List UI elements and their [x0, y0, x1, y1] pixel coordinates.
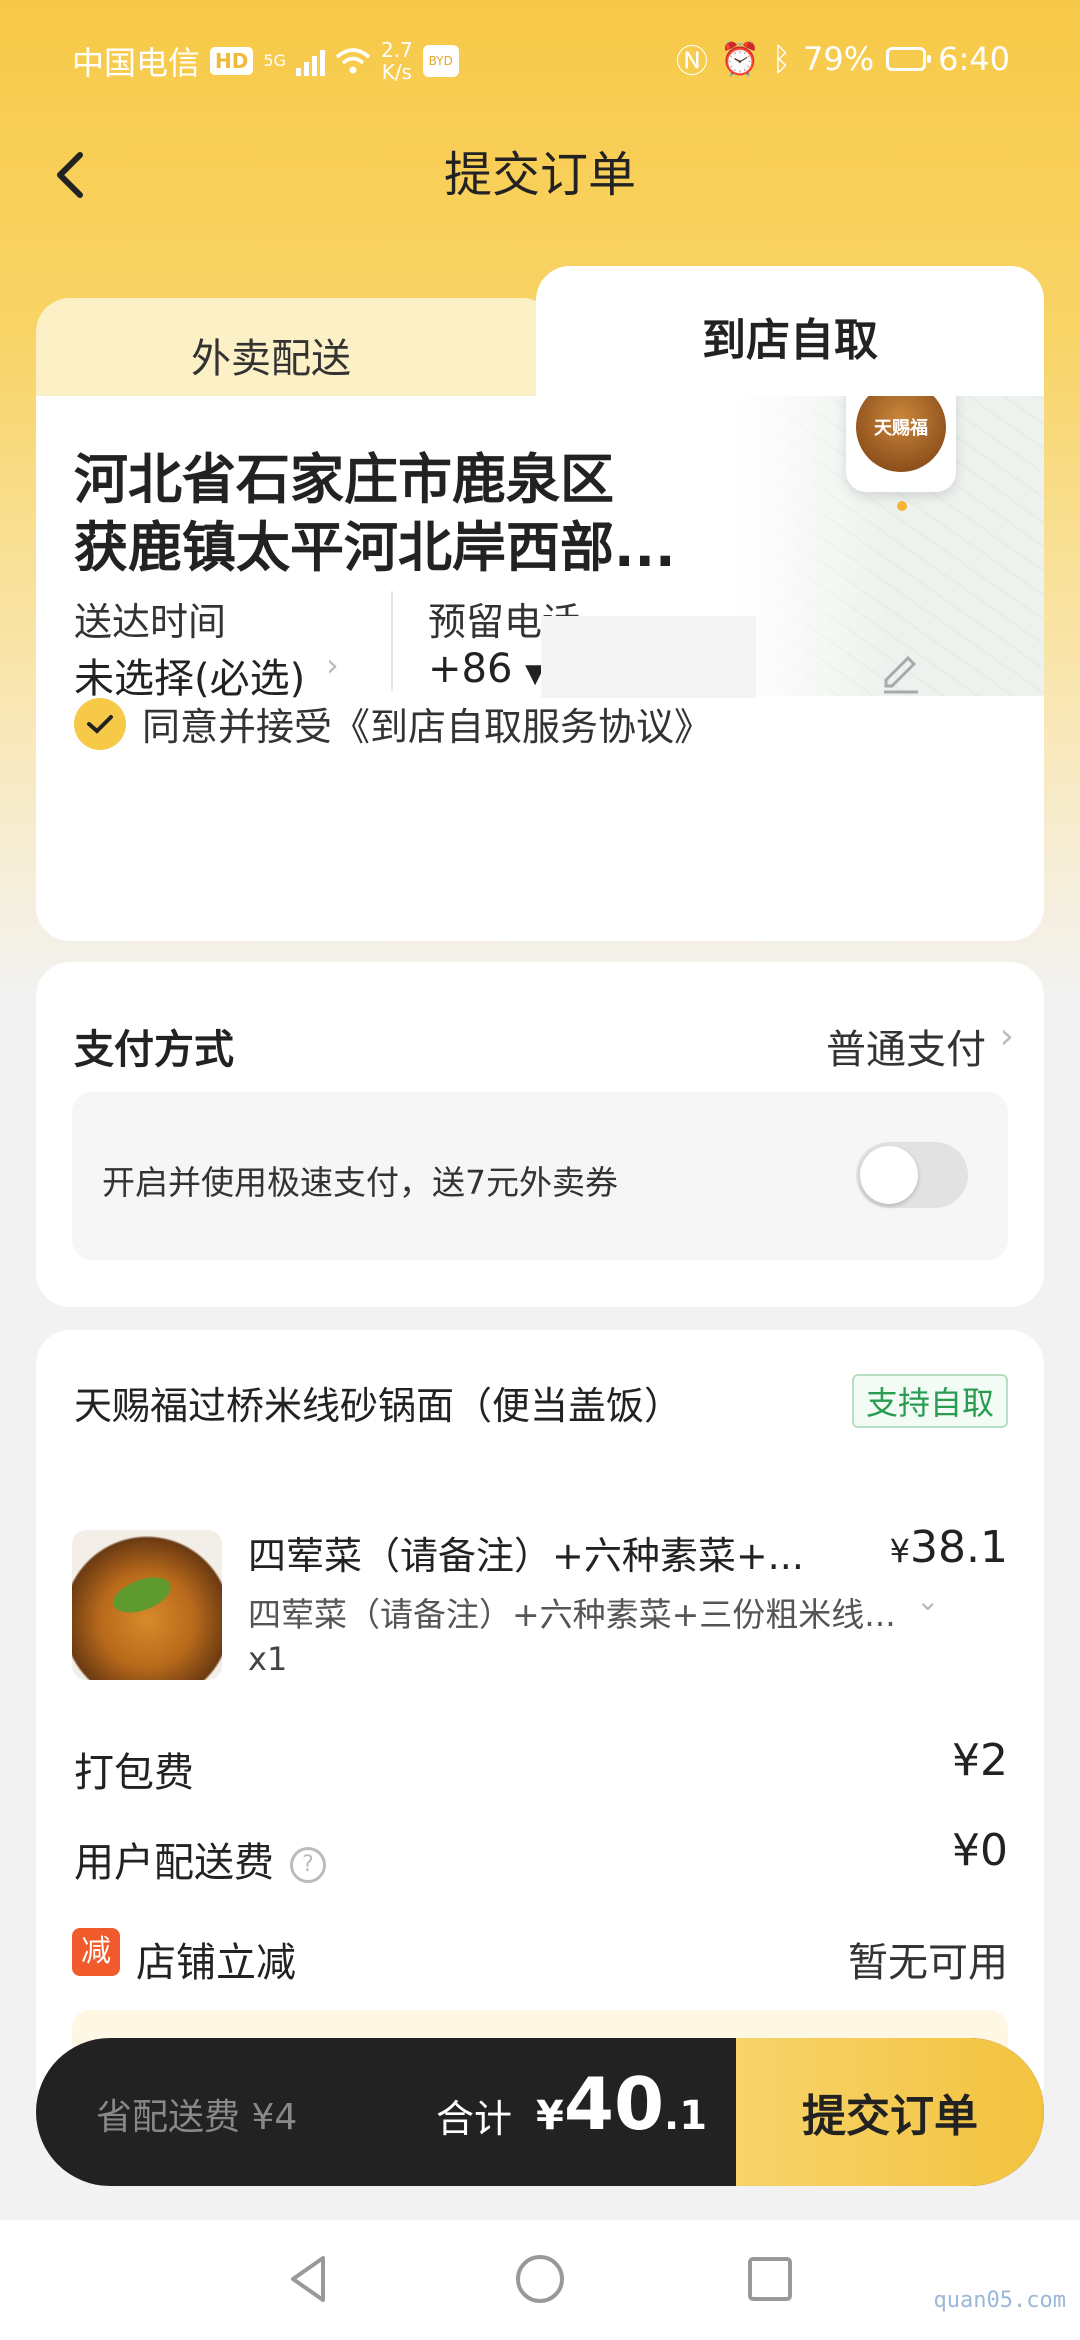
payment-card: 支付方式 普通支付 › 开启并使用极速支付，送7元外卖券	[36, 962, 1044, 1307]
submit-order-button[interactable]: 提交订单	[736, 2038, 1044, 2186]
store-logo: 天赐福	[856, 396, 946, 472]
agreement-row[interactable]: 同意并接受《到店自取服务协议》	[74, 696, 712, 751]
checkout-bar: 省配送费 ¥4 合计 ¥40.1 提交订单	[36, 2038, 1044, 2186]
delivery-fee-label: 用户配送费?	[74, 1830, 326, 1888]
alarm-icon: ⏰	[719, 40, 760, 78]
chevron-right-icon: ›	[326, 646, 339, 684]
network-speed: 2.7 K/s	[380, 38, 413, 84]
phone-country-code[interactable]: +86 ▼	[428, 646, 545, 692]
total-amount: ¥40.1	[536, 2062, 708, 2146]
phone-number-field[interactable]	[541, 616, 756, 698]
tab-delivery[interactable]: 外卖配送	[36, 298, 556, 398]
byd-app-icon: BYD	[422, 45, 459, 77]
fulfillment-card: 外卖配送 到店自取 天赐福 河北省石家庄市鹿泉区 获鹿镇太平河北岸西部... 送…	[36, 266, 1044, 941]
saved-delivery-fee: 省配送费 ¥4	[96, 2097, 298, 2138]
shop-name[interactable]: 天赐福过桥米线砂锅面（便当盖饭）	[74, 1375, 682, 1430]
nav-home-icon[interactable]	[505, 2244, 575, 2314]
divider	[391, 591, 393, 691]
page-title: 提交订单	[443, 147, 636, 203]
agreement-checkbox[interactable]	[74, 697, 126, 750]
chevron-down-icon[interactable]: ⌄	[916, 1584, 939, 1617]
checkmark-icon	[87, 714, 113, 734]
wifi-icon	[335, 48, 371, 74]
address-line-1: 河北省石家庄市鹿泉区	[74, 448, 614, 511]
bluetooth-icon: ᛒ	[771, 40, 792, 78]
nav-back-icon[interactable]	[275, 2244, 345, 2314]
discount-badge: 减	[72, 1928, 120, 1976]
status-bar: 中国电信 HD 5G 2.7 K/s BYD Ⓝ ⏰ ᛒ 79% 6:40	[0, 0, 1080, 120]
dish-image	[72, 1530, 222, 1680]
fast-pay-box: 开启并使用极速支付，送7元外卖券	[72, 1092, 1008, 1260]
dish-quantity: x1	[248, 1640, 288, 1678]
network-label: 5G	[263, 51, 286, 70]
tab-delivery-label: 外卖配送	[191, 336, 351, 382]
dish-name: 四荤菜（请备注）+六种素菜+...	[248, 1534, 804, 1578]
carrier-label: 中国电信	[72, 44, 201, 82]
watermark: quan05.com	[933, 2288, 1066, 2313]
dish-spec[interactable]: 四荤菜（请备注）+六种素菜+三份粗米线...	[248, 1588, 896, 1636]
packing-fee-value: ¥2	[952, 1735, 1008, 1786]
pickup-support-badge: 支持自取	[851, 1374, 1008, 1428]
total-label: 合计	[436, 2097, 513, 2141]
delivery-fee-value: ¥0	[952, 1825, 1008, 1876]
edit-icon[interactable]	[876, 646, 926, 696]
nav-recents-icon[interactable]	[735, 2244, 805, 2314]
fast-pay-text: 开启并使用极速支付，送7元外卖券	[102, 1163, 618, 1202]
clock: 6:40	[938, 40, 1010, 78]
help-icon[interactable]: ?	[290, 1847, 326, 1883]
map-location-dot	[897, 501, 907, 511]
hd-badge: HD	[210, 47, 254, 75]
chevron-right-icon: ›	[999, 1016, 1014, 1057]
agreement-text[interactable]: 同意并接受《到店自取服务协议》	[142, 696, 712, 751]
tab-pickup-label: 到店自取	[702, 315, 878, 366]
store-discount-value[interactable]: 暂无可用	[848, 1930, 1008, 1988]
fast-pay-toggle[interactable]	[856, 1142, 968, 1208]
tab-pickup[interactable]: 到店自取	[536, 266, 1044, 401]
system-nav-bar	[0, 2220, 1080, 2340]
nfc-icon: Ⓝ	[675, 42, 708, 80]
store-address[interactable]: 河北省石家庄市鹿泉区 获鹿镇太平河北岸西部...	[74, 446, 774, 582]
signal-icon	[295, 46, 325, 76]
payment-method-select[interactable]: 普通支付	[826, 1017, 986, 1075]
store-discount-label: 店铺立减	[136, 1940, 296, 1986]
delivery-time-label: 送达时间	[74, 600, 227, 644]
battery-icon	[886, 47, 932, 71]
store-map-pin[interactable]: 天赐福	[846, 396, 956, 492]
address-line-2: 获鹿镇太平河北岸西部...	[74, 516, 676, 579]
order-card: 天赐福过桥米线砂锅面（便当盖饭） 支持自取 四荤菜（请备注）+六种素菜+... …	[36, 1330, 1044, 2090]
pickup-details: 天赐福 河北省石家庄市鹿泉区 获鹿镇太平河北岸西部... 送达时间 未选择(必选…	[36, 396, 1044, 941]
payment-title: 支付方式	[74, 1027, 234, 1073]
battery-percent: 79%	[803, 40, 875, 78]
packing-fee-label: 打包费	[74, 1750, 194, 1796]
dish-price: ¥38.1	[889, 1522, 1008, 1573]
